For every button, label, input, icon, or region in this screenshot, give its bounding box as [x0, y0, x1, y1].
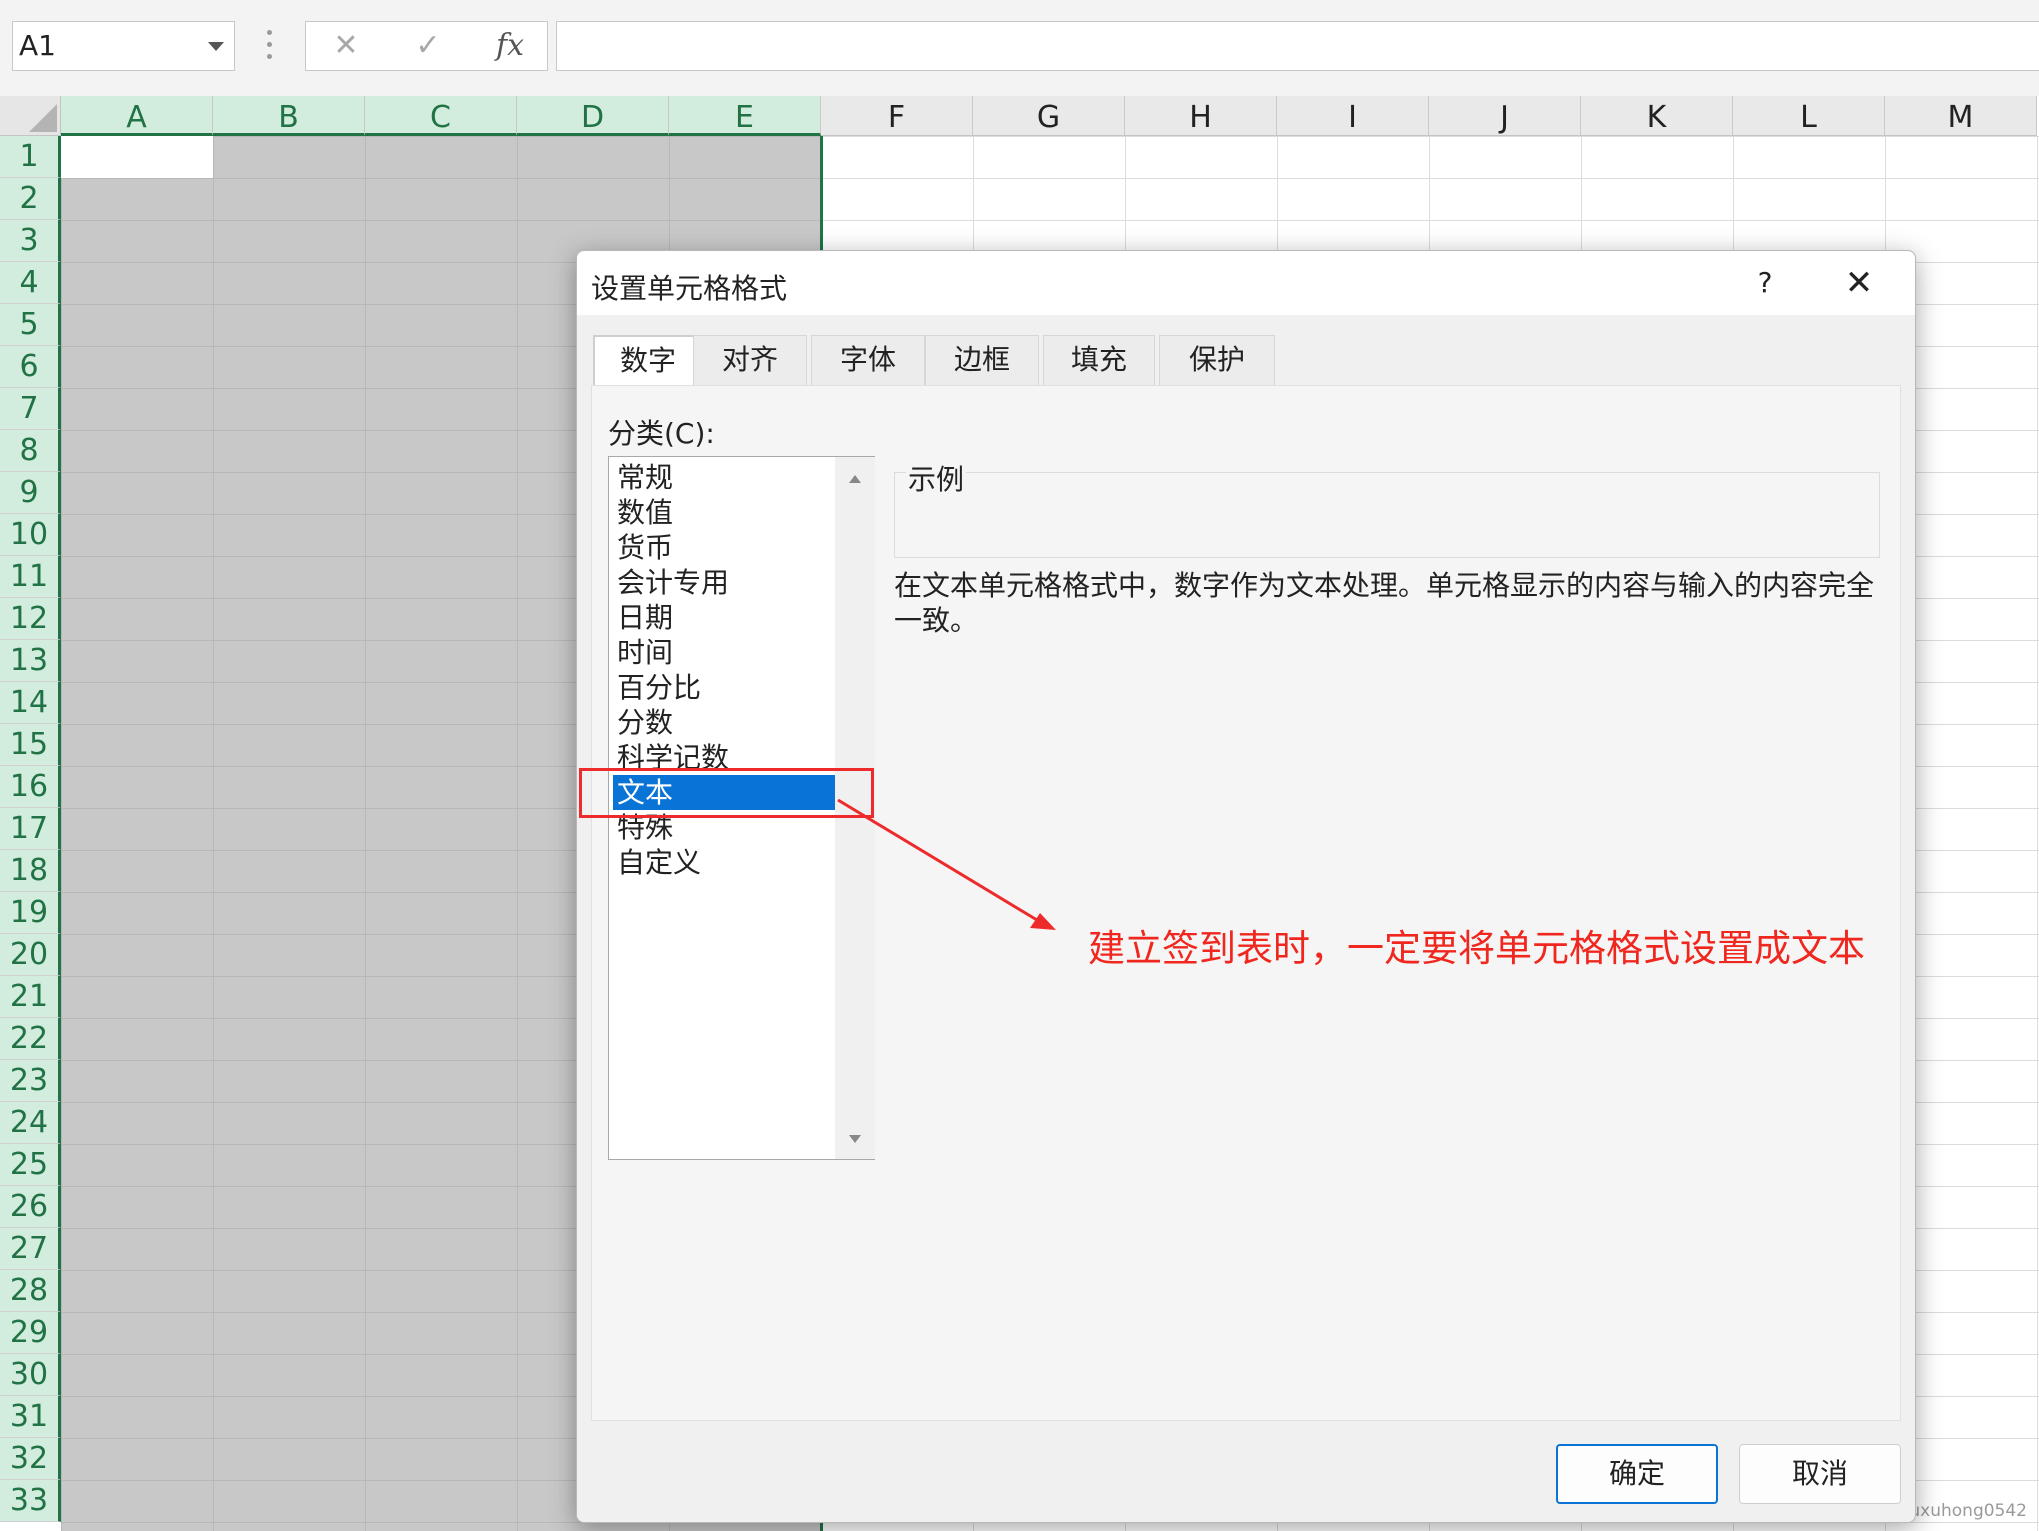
category-item[interactable]: 会计专用: [613, 565, 835, 600]
category-item[interactable]: 日期: [613, 600, 835, 635]
sample-label: 示例: [906, 458, 967, 498]
row-header-18[interactable]: 18: [0, 850, 61, 892]
category-item[interactable]: 数值: [613, 495, 835, 530]
category-item[interactable]: 自定义: [613, 845, 835, 880]
chevron-down-icon[interactable]: [208, 42, 224, 51]
formula-buttons: ✕ ✓ fx: [305, 21, 548, 71]
row-header-29[interactable]: 29: [0, 1312, 61, 1354]
name-box[interactable]: A1: [12, 21, 235, 71]
cancel-button[interactable]: 取消: [1739, 1444, 1901, 1504]
column-header-g[interactable]: G: [973, 96, 1125, 136]
category-item[interactable]: 货币: [613, 530, 835, 565]
column-header-i[interactable]: I: [1277, 96, 1429, 136]
sample-box: [894, 472, 1880, 558]
tab-5[interactable]: 保护: [1159, 335, 1275, 385]
row-header-1[interactable]: 1: [0, 136, 61, 178]
ok-button[interactable]: 确定: [1556, 1444, 1718, 1504]
category-label: 分类(C):: [608, 417, 715, 450]
column-header-m[interactable]: M: [1885, 96, 2037, 136]
checkmark-icon[interactable]: ✓: [398, 26, 458, 66]
column-header-e[interactable]: E: [669, 96, 821, 136]
row-header-10[interactable]: 10: [0, 514, 61, 556]
tab-3[interactable]: 边框: [925, 335, 1039, 385]
column-header-l[interactable]: L: [1733, 96, 1885, 136]
help-button[interactable]: ?: [1745, 263, 1785, 303]
cancel-icon[interactable]: ✕: [316, 26, 376, 66]
row-header-25[interactable]: 25: [0, 1144, 61, 1186]
row-header-32[interactable]: 32: [0, 1438, 61, 1480]
row-header-13[interactable]: 13: [0, 640, 61, 682]
row-header-28[interactable]: 28: [0, 1270, 61, 1312]
row-header-8[interactable]: 8: [0, 430, 61, 472]
formula-bar: A1 ✕ ✓ fx: [0, 0, 2039, 96]
dialog-titlebar: 设置单元格格式 ? ✕: [577, 251, 1915, 315]
column-header-h[interactable]: H: [1125, 96, 1277, 136]
row-header-15[interactable]: 15: [0, 724, 61, 766]
row-header-7[interactable]: 7: [0, 388, 61, 430]
scroll-down-icon[interactable]: [849, 1135, 861, 1143]
format-description: 在文本单元格格式中，数字作为文本处理。单元格显示的内容与输入的内容完全一致。: [894, 569, 1875, 637]
row-header-3[interactable]: 3: [0, 220, 61, 262]
row-header-16[interactable]: 16: [0, 766, 61, 808]
more-options-icon[interactable]: [266, 30, 274, 64]
row-header-14[interactable]: 14: [0, 682, 61, 724]
row-header-22[interactable]: 22: [0, 1018, 61, 1060]
row-header-9[interactable]: 9: [0, 472, 61, 514]
category-item[interactable]: 百分比: [613, 670, 835, 705]
column-header-d[interactable]: D: [517, 96, 669, 136]
tab-4[interactable]: 填充: [1043, 335, 1155, 385]
category-item[interactable]: 分数: [613, 705, 835, 740]
annotation-text: 建立签到表时，一定要将单元格格式设置成文本: [1088, 927, 1865, 970]
close-icon[interactable]: ✕: [1837, 261, 1881, 305]
row-header-2[interactable]: 2: [0, 178, 61, 220]
row-header-21[interactable]: 21: [0, 976, 61, 1018]
column-header-j[interactable]: J: [1429, 96, 1581, 136]
tab-2[interactable]: 字体: [811, 335, 925, 385]
formula-input[interactable]: [556, 21, 2039, 71]
row-header-5[interactable]: 5: [0, 304, 61, 346]
tab-1[interactable]: 对齐: [693, 335, 807, 385]
row-header-27[interactable]: 27: [0, 1228, 61, 1270]
tab-0[interactable]: 数字: [593, 335, 703, 385]
row-header-24[interactable]: 24: [0, 1102, 61, 1144]
row-header-6[interactable]: 6: [0, 346, 61, 388]
row-header-30[interactable]: 30: [0, 1354, 61, 1396]
row-header-4[interactable]: 4: [0, 262, 61, 304]
row-header-33[interactable]: 33: [0, 1480, 61, 1522]
row-header-17[interactable]: 17: [0, 808, 61, 850]
column-header-k[interactable]: K: [1581, 96, 1733, 136]
column-header-a[interactable]: A: [61, 96, 213, 136]
row-header-20[interactable]: 20: [0, 934, 61, 976]
column-header-f[interactable]: F: [821, 96, 973, 136]
row-header-19[interactable]: 19: [0, 892, 61, 934]
row-header-31[interactable]: 31: [0, 1396, 61, 1438]
row-header-12[interactable]: 12: [0, 598, 61, 640]
dialog-title: 设置单元格格式: [591, 272, 788, 305]
row-header-26[interactable]: 26: [0, 1186, 61, 1228]
select-all-button[interactable]: [0, 96, 61, 136]
column-header-c[interactable]: C: [365, 96, 517, 136]
category-item[interactable]: 常规: [613, 460, 835, 495]
row-header-23[interactable]: 23: [0, 1060, 61, 1102]
insert-function-icon[interactable]: fx: [480, 26, 540, 66]
column-header-b[interactable]: B: [213, 96, 365, 136]
category-item[interactable]: 时间: [613, 635, 835, 670]
row-header-11[interactable]: 11: [0, 556, 61, 598]
name-box-value: A1: [19, 29, 56, 62]
annotation-highlight-box: [579, 768, 874, 818]
scroll-up-icon[interactable]: [849, 475, 861, 483]
active-cell[interactable]: [61, 136, 213, 178]
